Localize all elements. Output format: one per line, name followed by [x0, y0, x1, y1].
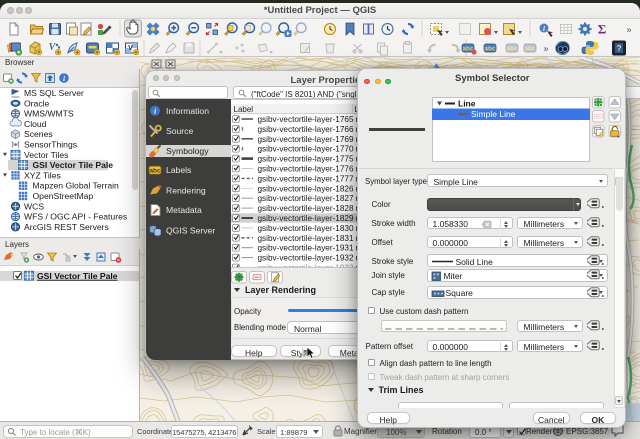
svg-text:gsibv-vectortile-layer-1827: gsibv-vectortile-layer-1827 [257, 194, 353, 203]
svg-text:gsibv-vectortile-layer-1830: gsibv-vectortile-layer-1830 [257, 224, 353, 233]
svg-text:gsibv-vectortile-layer-1829: gsibv-vectortile-layer-1829 [257, 214, 353, 223]
svg-text:GSI Vector Tile Pale: GSI Vector Tile Pale [37, 271, 118, 281]
svg-text:gsibv-vectortile-layer-1826: gsibv-vectortile-layer-1826 [257, 184, 353, 193]
svg-text:Cloud: Cloud [24, 119, 47, 129]
svg-text:Rendering: Rendering [166, 185, 206, 195]
svg-text:QGIS Server: QGIS Server [166, 225, 215, 235]
svg-text:Oracle: Oracle [24, 98, 50, 108]
svg-text:gsibv-vectortile-layer-1769: gsibv-vectortile-layer-1769 [257, 135, 353, 144]
svg-text:Scenes: Scenes [24, 129, 53, 139]
svg-text:Source: Source [166, 126, 193, 136]
svg-text:»: » [543, 44, 548, 54]
svg-text:WCS: WCS [24, 201, 44, 211]
svg-text:abc: abc [484, 46, 496, 53]
svg-text:abc: abc [524, 46, 536, 53]
svg-text:ArcGIS REST Servers: ArcGIS REST Servers [24, 222, 109, 232]
svg-text:gsibv-vectortile-layer-1766: gsibv-vectortile-layer-1766 [257, 125, 353, 134]
svg-text:XYZ Tiles: XYZ Tiles [24, 170, 61, 180]
svg-text:WMS/WMTS: WMS/WMTS [24, 109, 74, 119]
svg-text:MS SQL Server: MS SQL Server [24, 88, 84, 98]
svg-text:»: » [626, 25, 631, 35]
svg-text:gsibv-vectortile-layer-1931: gsibv-vectortile-layer-1931 [257, 244, 353, 253]
svg-text:gsibv-vectortile-layer-1775: gsibv-vectortile-layer-1775 [257, 155, 353, 164]
svg-text:V: V [128, 45, 133, 52]
svg-text:Symbology: Symbology [166, 146, 209, 156]
svg-text:abc: abc [149, 168, 161, 175]
svg-text:GSI Vector Tile Pale: GSI Vector Tile Pale [33, 160, 114, 170]
svg-text:gsibv-vectortile-layer-1776: gsibv-vectortile-layer-1776 [257, 165, 353, 174]
svg-text:Vector Tiles: Vector Tiles [24, 150, 68, 160]
svg-text:SensorThings: SensorThings [24, 140, 77, 150]
svg-text:gsibv-vectortile-layer-1765: gsibv-vectortile-layer-1765 [257, 115, 353, 124]
svg-text:OpenStreetMap: OpenStreetMap [33, 191, 94, 201]
svg-text:?: ? [617, 44, 622, 53]
svg-text:Information: Information [166, 106, 209, 116]
svg-text:Mapzen Global Terrain: Mapzen Global Terrain [33, 181, 120, 191]
svg-text:Metadata: Metadata [166, 205, 202, 215]
svg-text:Σ: Σ [598, 22, 607, 37]
svg-text:abc: abc [506, 46, 518, 53]
svg-text:gsibv-vectortile-layer-1770: gsibv-vectortile-layer-1770 [257, 145, 353, 154]
svg-text:gsibv-vectortile-layer-1933: gsibv-vectortile-layer-1933 [257, 264, 353, 268]
svg-text:WFS / OGC API - Features: WFS / OGC API - Features [24, 212, 127, 222]
svg-text:i: i [543, 25, 545, 33]
svg-text:gsibv-vectortile-layer-1932: gsibv-vectortile-layer-1932 [257, 254, 353, 263]
svg-text:gsibv-vectortile-layer-1828: gsibv-vectortile-layer-1828 [257, 204, 353, 213]
svg-text:Labels: Labels [166, 165, 191, 175]
svg-text:gsibv-vectortile-layer-1777: gsibv-vectortile-layer-1777 [257, 174, 353, 183]
svg-text:gsibv-vectortile-layer-1831: gsibv-vectortile-layer-1831 [257, 234, 353, 243]
